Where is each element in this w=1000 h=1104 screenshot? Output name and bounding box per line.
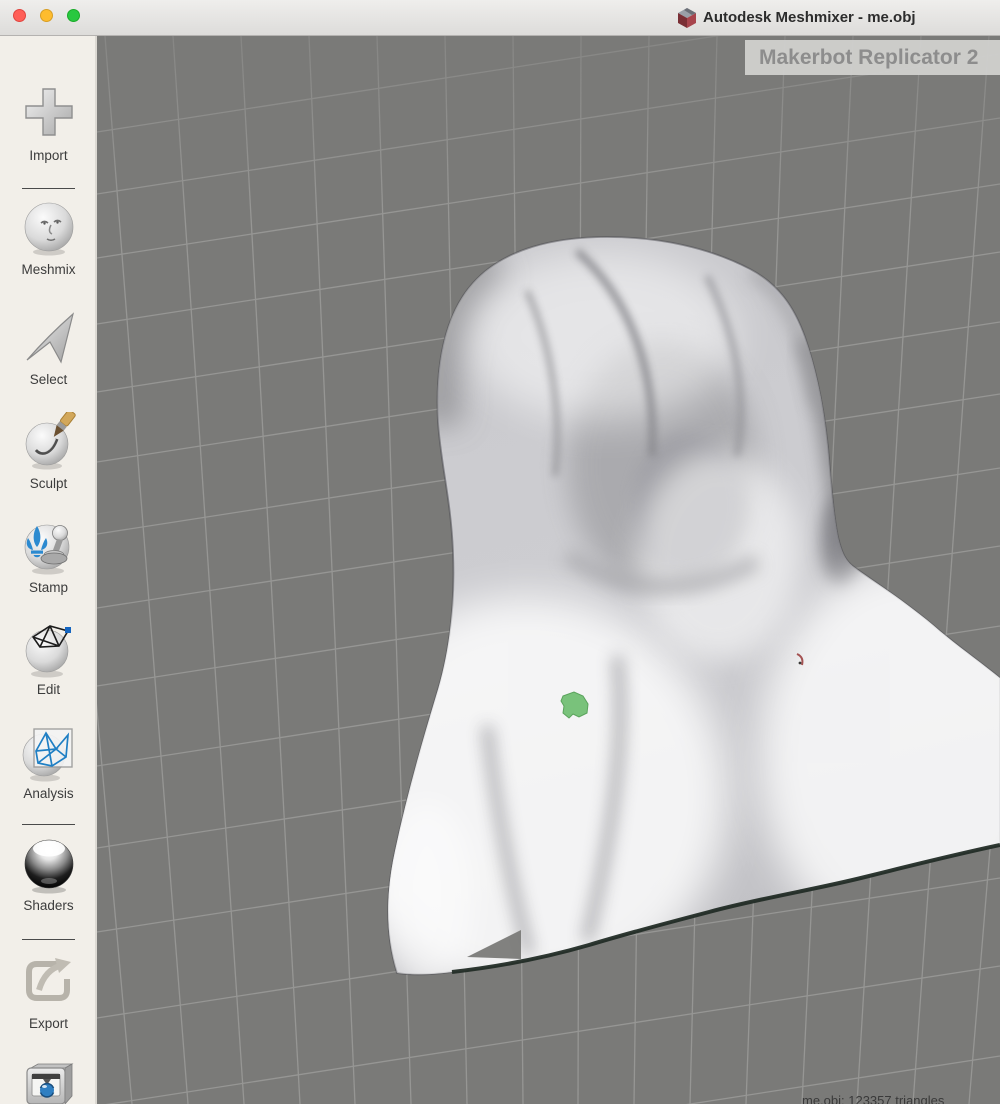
sidebar-divider — [22, 939, 75, 940]
sidebar-item-import[interactable]: Import — [0, 84, 97, 184]
sidebar-item-label: Import — [0, 148, 97, 163]
close-button[interactable] — [13, 9, 26, 22]
window-title: Autodesk Meshmixer - me.obj — [703, 0, 916, 36]
sidebar-divider — [22, 188, 75, 189]
zoom-button[interactable] — [67, 9, 80, 22]
minimize-button[interactable] — [40, 9, 53, 22]
sidebar-item-shaders[interactable]: Shaders — [0, 834, 97, 934]
sidebar-item-edit[interactable]: Edit — [0, 618, 97, 718]
sidebar-item-analysis[interactable]: Analysis — [0, 722, 97, 822]
sidebar-item-export[interactable]: Export — [0, 952, 97, 1052]
toolbar-sidebar: Import Meshmix Select — [0, 36, 97, 1104]
select-icon — [21, 308, 77, 370]
sidebar-item-label: Select — [0, 372, 97, 387]
sidebar-item-select[interactable]: Select — [0, 308, 97, 408]
export-icon — [21, 952, 77, 1014]
print-icon — [21, 1056, 77, 1104]
title-bar: Autodesk Meshmixer - me.obj — [0, 0, 1000, 36]
viewport-canvas — [97, 36, 1000, 1104]
sidebar-item-meshmix[interactable]: Meshmix — [0, 198, 97, 298]
sculpt-icon — [21, 412, 77, 474]
sidebar-item-label: Meshmix — [0, 262, 97, 277]
status-triangle-count: me.obj: 123357 triangles — [802, 1093, 1000, 1104]
sidebar-item-label: Export — [0, 1016, 97, 1031]
sidebar-item-label: Shaders — [0, 898, 97, 913]
sidebar-item-label: Edit — [0, 682, 97, 697]
meshmix-icon — [21, 198, 77, 260]
sidebar-divider — [22, 824, 75, 825]
edit-icon — [21, 618, 77, 680]
shaders-icon — [21, 834, 77, 896]
sidebar-item-stamp[interactable]: Stamp — [0, 516, 97, 616]
sidebar-item-print[interactable]: Print — [0, 1056, 97, 1104]
sidebar-item-label: Sculpt — [0, 476, 97, 491]
meshmixer-window: { "window": { "title": "Autodesk Meshmix… — [0, 0, 1000, 1104]
sidebar-item-label: Analysis — [0, 786, 97, 801]
import-icon — [21, 84, 77, 146]
sidebar-item-label: Stamp — [0, 580, 97, 595]
meshmixer-app-icon — [676, 7, 698, 29]
printer-name-label: Makerbot Replicator 2 — [745, 40, 1000, 75]
mesh-defect-dot — [799, 662, 802, 665]
stamp-icon — [21, 516, 77, 578]
sidebar-item-sculpt[interactable]: Sculpt — [0, 412, 97, 512]
3d-viewport[interactable] — [97, 36, 1000, 1104]
analysis-icon — [21, 722, 77, 784]
